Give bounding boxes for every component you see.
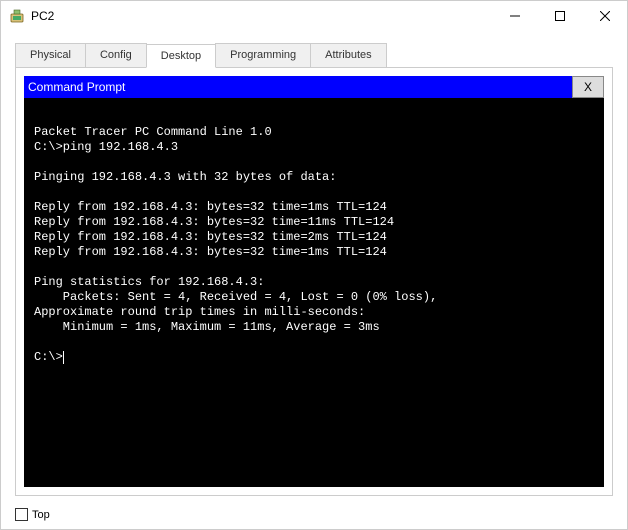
command-prompt-close-button[interactable]: X	[572, 76, 604, 98]
terminal-line: C:\>	[34, 350, 63, 364]
terminal-line: Reply from 192.168.4.3: bytes=32 time=1m…	[34, 245, 387, 259]
command-prompt-header: Command Prompt X	[24, 76, 604, 98]
bottom-bar: Top	[1, 502, 627, 529]
tab-bar: Physical Config Desktop Programming Attr…	[1, 31, 627, 67]
tab-programming[interactable]: Programming	[215, 43, 311, 67]
terminal-line: Minimum = 1ms, Maximum = 11ms, Average =…	[34, 320, 380, 334]
window-controls	[492, 1, 627, 31]
tab-content: Command Prompt X Packet Tracer PC Comman…	[15, 67, 613, 496]
window-title: PC2	[31, 9, 492, 23]
terminal-line: C:\>ping 192.168.4.3	[34, 140, 178, 154]
minimize-button[interactable]	[492, 1, 537, 31]
maximize-button[interactable]	[537, 1, 582, 31]
terminal-line: Ping statistics for 192.168.4.3:	[34, 275, 264, 289]
tab-desktop[interactable]: Desktop	[146, 44, 216, 68]
terminal-line: Reply from 192.168.4.3: bytes=32 time=2m…	[34, 230, 387, 244]
terminal-line: Packets: Sent = 4, Received = 4, Lost = …	[34, 290, 437, 304]
terminal-line: Reply from 192.168.4.3: bytes=32 time=11…	[34, 215, 394, 229]
terminal-cursor	[63, 351, 64, 364]
command-prompt-title: Command Prompt	[28, 80, 125, 94]
terminal-line: Reply from 192.168.4.3: bytes=32 time=1m…	[34, 200, 387, 214]
app-icon	[9, 8, 25, 24]
top-label: Top	[32, 509, 50, 521]
tab-attributes[interactable]: Attributes	[310, 43, 386, 67]
terminal-line: Packet Tracer PC Command Line 1.0	[34, 125, 272, 139]
titlebar: PC2	[1, 1, 627, 31]
close-button[interactable]	[582, 1, 627, 31]
terminal-line: Pinging 192.168.4.3 with 32 bytes of dat…	[34, 170, 336, 184]
terminal-line: Approximate round trip times in milli-se…	[34, 305, 365, 319]
app-window: PC2 Physical Config Desktop Programming …	[0, 0, 628, 530]
top-checkbox[interactable]	[15, 508, 28, 521]
tab-physical[interactable]: Physical	[15, 43, 86, 67]
terminal[interactable]: Packet Tracer PC Command Line 1.0 C:\>pi…	[24, 98, 604, 487]
tab-config[interactable]: Config	[85, 43, 147, 67]
